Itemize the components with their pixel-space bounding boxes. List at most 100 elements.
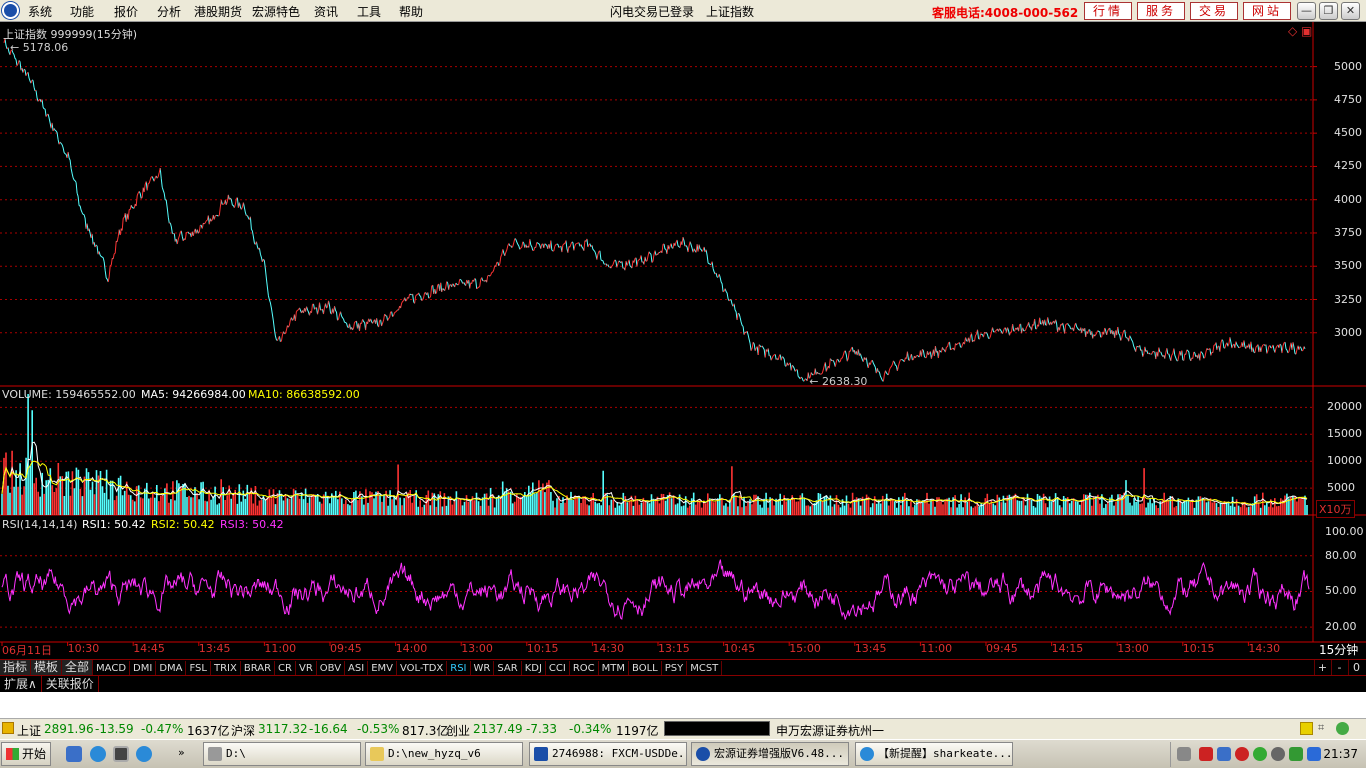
keyboard-icon[interactable]	[1177, 747, 1191, 761]
tab-asi[interactable]: ASI	[345, 661, 369, 676]
menu-tools[interactable]: 工具	[357, 3, 381, 20]
tab-trix[interactable]: TRIX	[211, 661, 241, 676]
tab-vol-tdx[interactable]: VOL-TDX	[397, 661, 448, 676]
app-logo-icon[interactable]	[2, 2, 19, 19]
time-tick-label: 11:00	[264, 642, 297, 655]
tab-cr[interactable]: CR	[275, 661, 296, 676]
tab-mtm[interactable]: MTM	[599, 661, 630, 676]
update-icon[interactable]	[1289, 747, 1303, 761]
time-tick-label: 14:30	[592, 642, 625, 655]
shield-icon[interactable]	[1307, 747, 1321, 761]
period-label[interactable]: 15分钟	[1319, 641, 1358, 658]
time-tick-label: 13:00	[461, 642, 493, 655]
expand-icon[interactable]	[2, 722, 14, 734]
task-label: 宏源证券增强版V6.48...	[714, 747, 844, 760]
tab-cci[interactable]: CCI	[546, 661, 570, 676]
task-fxcm[interactable]: 2746988: FXCM-USDDe...	[529, 742, 687, 766]
menu-quote[interactable]: 报价	[114, 3, 138, 20]
antivirus-icon[interactable]	[1253, 747, 1267, 761]
tab-wr[interactable]: WR	[471, 661, 495, 676]
browser-quicklaunch-icon[interactable]	[66, 746, 82, 762]
price-tick-label: 4750	[1334, 92, 1362, 106]
price-tick-label: 4500	[1334, 126, 1362, 140]
cy-value: 2137.49	[473, 722, 523, 736]
zoom-reset-button[interactable]: 0	[1348, 660, 1364, 675]
tab-vr[interactable]: VR	[296, 661, 317, 676]
price-tick-label: 5000	[1334, 59, 1362, 73]
rsi-line	[1, 559, 1310, 620]
trade-button[interactable]: 交易	[1190, 2, 1238, 20]
more-quicklaunch-icon[interactable]: »	[178, 746, 190, 762]
ie-icon	[860, 747, 874, 761]
tab-emv[interactable]: EMV	[368, 661, 397, 676]
volume-tick-label: 5000	[1327, 481, 1355, 495]
tab-dmi[interactable]: DMI	[130, 661, 157, 676]
notification-icon[interactable]	[1300, 722, 1313, 735]
tab-boll[interactable]: BOLL	[629, 661, 662, 676]
security-icon[interactable]	[1235, 747, 1249, 761]
ie-quicklaunch-icon[interactable]	[90, 746, 106, 762]
zoom-in-button[interactable]: +	[1314, 660, 1330, 675]
time-tick-label: 14:45	[133, 642, 165, 655]
task-folder[interactable]: D:\new_hyzq_v6	[365, 742, 523, 766]
tab-mcst[interactable]: MCST	[687, 661, 723, 676]
tab-psy[interactable]: PSY	[662, 661, 688, 676]
close-icon[interactable]: ✕	[1341, 2, 1360, 20]
tab-kdj[interactable]: KDJ	[522, 661, 546, 676]
menu-function[interactable]: 功能	[70, 3, 94, 20]
network-icon[interactable]	[1217, 747, 1231, 761]
tab-obv[interactable]: OBV	[317, 661, 346, 676]
cy-name: 创业	[446, 724, 471, 738]
tab-dma[interactable]: DMA	[156, 661, 187, 676]
tab-cat1[interactable]: 模板	[31, 660, 63, 675]
volume-icon[interactable]	[1271, 747, 1285, 761]
task-browser[interactable]: 【新提醒】sharkeate...	[855, 742, 1013, 766]
start-button[interactable]: 开始	[1, 742, 51, 766]
menu-hk-futures[interactable]: 港股期货	[194, 3, 242, 20]
tab-cat2[interactable]: 全部	[62, 660, 94, 675]
minimize-icon[interactable]: —	[1297, 2, 1316, 20]
tab-rsi[interactable]: RSI	[447, 661, 471, 676]
tab-sar[interactable]: SAR	[494, 661, 522, 676]
tab-cat0[interactable]: 指标	[0, 660, 32, 675]
kline-chart[interactable]	[0, 22, 1366, 659]
task-label: D:\new_hyzq_v6	[388, 747, 481, 760]
time-tick-label: 13:45	[854, 642, 887, 655]
volume-tick-label: 15000	[1327, 427, 1362, 441]
tab-expand[interactable]: 扩展∧	[0, 676, 42, 692]
tab-roc[interactable]: ROC	[570, 661, 599, 676]
service-button[interactable]: 服务	[1137, 2, 1185, 20]
ie2-quicklaunch-icon[interactable]	[136, 746, 152, 762]
zoom-out-button[interactable]: -	[1331, 660, 1347, 675]
signal-icon[interactable]: ⌗	[1318, 721, 1324, 735]
quotes-button[interactable]: 行情	[1084, 2, 1132, 20]
tab-macd[interactable]: MACD	[93, 661, 131, 676]
volume-unit: X10万	[1316, 500, 1355, 518]
tab-brar[interactable]: BRAR	[241, 661, 276, 676]
rsi2-value: RSI2: 50.42	[151, 518, 215, 531]
menu-system[interactable]: 系统	[28, 3, 52, 20]
menu-analysis[interactable]: 分析	[157, 3, 181, 20]
task-label: 【新提醒】sharkeate...	[878, 747, 1013, 760]
chart-area[interactable]: 上证指数 999999(15分钟) ◇ ▣ VOLUME: 159465552.…	[0, 22, 1366, 659]
price-tick-label: 3250	[1334, 292, 1362, 306]
current-symbol: 上证指数	[706, 5, 755, 19]
task-hongyuan[interactable]: 宏源证券增强版V6.48...	[691, 742, 849, 766]
chart-options-icon[interactable]: ◇ ▣	[1288, 24, 1312, 38]
website-button[interactable]: 网站	[1243, 2, 1291, 20]
menu-news[interactable]: 资讯	[314, 3, 338, 20]
ime-icon[interactable]	[1199, 747, 1213, 761]
volume-ma10: MA10: 86638592.00	[248, 388, 360, 401]
time-tick-label: 10:15	[1182, 642, 1215, 655]
tab-fsl[interactable]: FSL	[186, 661, 211, 676]
clock: 21:37	[1323, 747, 1358, 761]
menu-help[interactable]: 帮助	[399, 3, 423, 20]
connection-status-icon[interactable]	[1336, 722, 1349, 735]
start-label: 开始	[22, 747, 47, 761]
price-tick-label: 3500	[1334, 259, 1362, 273]
show-desktop-icon[interactable]	[113, 746, 129, 762]
tab-related-quotes[interactable]: 关联报价	[42, 676, 99, 692]
menu-hongyuan[interactable]: 宏源特色	[252, 3, 300, 20]
task-drive-d[interactable]: D:\	[203, 742, 361, 766]
restore-icon[interactable]: ❐	[1319, 2, 1338, 20]
